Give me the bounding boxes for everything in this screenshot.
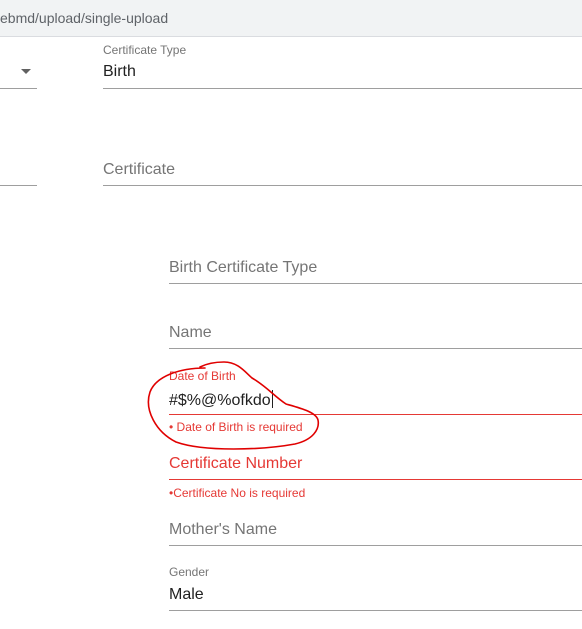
certificate-type-value: Birth	[103, 63, 136, 80]
browser-address-bar[interactable]: ebmd/upload/single-upload	[0, 0, 582, 37]
date-of-birth-error: • Date of Birth is required	[169, 420, 303, 434]
gender-select[interactable]: Gender Male	[169, 564, 582, 612]
left-text-field[interactable]	[0, 150, 37, 186]
certificate-number-error: •Certificate No is required	[169, 486, 306, 500]
certificate-number-placeholder: Certificate Number	[169, 455, 303, 472]
name-placeholder: Name	[169, 324, 212, 341]
gender-label: Gender	[169, 565, 210, 579]
chevron-down-icon[interactable]	[21, 69, 31, 74]
gender-underline	[169, 610, 582, 611]
certificate-number-input[interactable]: Certificate Number	[169, 449, 582, 481]
birth-certificate-type-underline	[169, 283, 582, 284]
certificate-placeholder: Certificate	[103, 161, 176, 178]
date-of-birth-text: #$%@%ofkdo	[169, 392, 271, 409]
certificate-underline	[103, 185, 582, 186]
certificate-number-underline	[169, 479, 582, 480]
name-input[interactable]: Name	[169, 318, 582, 350]
mothers-name-underline	[169, 545, 582, 546]
certificate-type-select[interactable]: Certificate Type Birth	[103, 42, 582, 90]
gender-value: Male	[169, 586, 204, 603]
birth-certificate-type-placeholder: Birth Certificate Type	[169, 259, 318, 276]
mothers-name-input[interactable]: Mother's Name	[169, 515, 582, 547]
certificate-input[interactable]: Certificate	[103, 155, 582, 187]
left-text-underline	[0, 185, 37, 186]
date-of-birth-underline	[169, 414, 582, 415]
date-of-birth-label: Date of Birth	[169, 369, 236, 383]
name-underline	[169, 348, 582, 349]
left-select-field[interactable]	[0, 48, 37, 90]
mothers-name-placeholder: Mother's Name	[169, 521, 277, 538]
birth-certificate-type-select[interactable]: Birth Certificate Type	[169, 253, 582, 285]
url-text[interactable]: ebmd/upload/single-upload	[0, 10, 168, 26]
date-of-birth-input[interactable]: Date of Birth #$%@%ofkdo	[169, 368, 582, 415]
date-of-birth-value: #$%@%ofkdo	[169, 390, 273, 410]
certificate-type-label: Certificate Type	[103, 43, 187, 57]
left-select-underline	[0, 88, 37, 89]
certificate-type-underline	[103, 88, 582, 89]
text-cursor	[271, 390, 273, 408]
